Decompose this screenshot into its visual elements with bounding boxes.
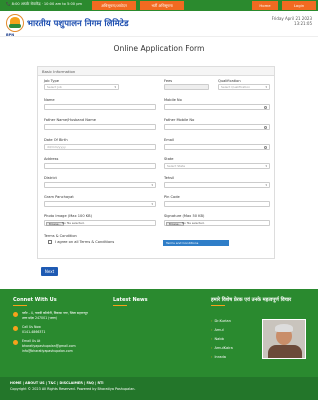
time-text: 13:21:05 xyxy=(294,21,312,26)
district-select[interactable]: ▾ xyxy=(44,182,156,188)
name-label: Name xyxy=(44,98,55,102)
tehsil-select[interactable]: ▾ xyxy=(164,182,270,188)
fees-field xyxy=(164,84,209,90)
job-type-select[interactable]: Select Job ▾ xyxy=(44,84,119,90)
chevron-down-icon: ▾ xyxy=(265,164,267,168)
inspiration-heading: हमारे विशेष प्रेरक एवं उनके महत्वपूर्ण व… xyxy=(211,297,292,303)
mail-icon xyxy=(264,146,267,149)
chevron-down-icon: ▾ xyxy=(265,183,267,187)
chevron-down-icon: ▾ xyxy=(114,85,116,89)
inspiration-photo xyxy=(262,319,306,359)
qualification-value: Select Qualification xyxy=(221,85,251,89)
title-underline xyxy=(113,305,127,306)
footer-link-kurian[interactable]: › Dr.Kurian xyxy=(211,319,231,323)
job-type-value: Select Job xyxy=(47,85,62,89)
footer-link-amulkaira[interactable]: › AmulKaira xyxy=(211,346,233,350)
phone-icon xyxy=(264,126,267,129)
chevron-down-icon: ▾ xyxy=(151,183,153,187)
footer-address: प्लॉट - 4, गायत्री कॉलोनी, विकास नगर, जि… xyxy=(22,311,88,315)
terms-heading: Terms & Condition xyxy=(44,234,77,238)
father-name-input[interactable] xyxy=(44,124,156,130)
site-brand-name: भारतीय पशुपालन निगम लिमिटेड xyxy=(27,19,129,29)
login-button[interactable]: Login xyxy=(282,1,316,10)
title-underline xyxy=(211,305,225,306)
site-header: BPN भारतीय पशुपालन निगम लिमिटेड Friday A… xyxy=(0,11,318,37)
signature-file-input[interactable]: Browse... No file selected. xyxy=(164,220,270,226)
location-icon xyxy=(13,312,18,317)
terms-agree-label: I agree on all Terms & Conditions xyxy=(55,240,115,244)
bottom-bar: HOME | ABOUT US | T&C | DISCLAIMER | FAQ… xyxy=(0,377,318,400)
father-mobile-input[interactable] xyxy=(164,124,270,130)
email-label: Email xyxy=(164,138,174,142)
site-logo[interactable] xyxy=(6,14,24,32)
dob-placeholder: dd/mm/yyyy xyxy=(47,145,66,149)
photo-file-input[interactable]: Browse... No file selected. xyxy=(44,220,156,226)
footer-phone[interactable]: 0141-4866371 xyxy=(22,330,45,334)
pin-code-input[interactable] xyxy=(164,201,270,207)
next-button[interactable]: Next xyxy=(41,267,58,276)
footer-link-nabb[interactable]: › Nabb xyxy=(211,337,224,341)
pin-code-label: Pin Code xyxy=(164,195,180,199)
district-label: District xyxy=(44,176,57,180)
date-time: Friday April 21 2023 13:21:05 xyxy=(272,16,312,26)
latest-news-title: Latest News xyxy=(113,297,148,303)
title-underline xyxy=(13,305,27,306)
fees-label: Fees xyxy=(164,79,173,83)
name-input[interactable] xyxy=(44,104,156,110)
top-bar-info: 📞 8:00 आपके सेवाकेंद्र · 10:00 am to 5:0… xyxy=(6,2,82,6)
recruitment-button[interactable]: भर्ती अधिसूचना xyxy=(140,1,184,10)
photo-label: Photo Image (Max 100 KB) xyxy=(44,214,92,218)
qualification-select[interactable]: Select Qualification ▾ xyxy=(218,84,270,90)
dob-input[interactable]: dd/mm/yyyy xyxy=(44,144,156,150)
email-input[interactable] xyxy=(164,144,270,150)
state-value: Select State xyxy=(167,164,186,168)
tehsil-label: Tehsil xyxy=(164,176,174,180)
notification-button[interactable]: अधिसूचना/आवेदन xyxy=(92,1,136,10)
bottom-links[interactable]: HOME | ABOUT US | T&C | DISCLAIMER | FAQ… xyxy=(10,381,104,385)
dob-label: Date Of Birth xyxy=(44,138,68,142)
mobile-label: Mobile No xyxy=(164,98,182,102)
phone-label: Call Us Now xyxy=(22,325,41,329)
terms-and-conditions-button[interactable]: Terms and Conditions xyxy=(163,240,229,246)
footer-address-line2: उत्तर प्रदेश 247001 (भारत) xyxy=(22,316,57,320)
footer-link-amul[interactable]: › Amul xyxy=(211,328,224,332)
state-label: State xyxy=(164,157,174,161)
footer-email-1[interactable]: bharatiyapashupalan@gmail.com xyxy=(22,344,76,348)
qualification-label: Qualification xyxy=(218,79,241,83)
connect-title: Connet With Us xyxy=(13,297,57,303)
application-form: Basic Information Job Type Select Job ▾ … xyxy=(37,66,275,259)
state-select[interactable]: Select State ▾ xyxy=(164,163,270,169)
home-button[interactable]: Home xyxy=(252,1,278,10)
logo-text: BPN xyxy=(6,33,15,37)
address-input[interactable] xyxy=(44,163,156,169)
signature-file-status: No file selected. xyxy=(182,221,205,225)
phone-icon xyxy=(13,326,18,331)
email-label: Email Us At xyxy=(22,339,41,343)
grass-icon xyxy=(9,24,21,28)
terms-checkbox[interactable] xyxy=(48,240,52,244)
footer-email-2[interactable]: info@bharatiyapashupalan.com xyxy=(22,349,73,353)
father-mobile-label: Father Mobile No xyxy=(164,118,195,122)
mobile-input[interactable] xyxy=(164,104,270,110)
top-bar: 📞 8:00 आपके सेवाकेंद्र · 10:00 am to 5:0… xyxy=(0,0,318,11)
gram-panchayat-select[interactable]: ▾ xyxy=(44,201,156,207)
father-name-label: Father Name/Husband Name xyxy=(44,118,96,122)
section-title: Basic Information xyxy=(38,67,274,76)
page-title: Online Application Form xyxy=(113,44,205,53)
address-label: Address xyxy=(44,157,59,161)
footer-link-inrada[interactable]: › Inrada xyxy=(211,355,226,359)
phone-icon xyxy=(264,106,267,109)
job-type-label: Job Type xyxy=(44,79,59,83)
signature-label: Signature (Max 50 KB) xyxy=(164,214,205,218)
chevron-down-icon: ▾ xyxy=(265,85,267,89)
gram-panchayat-label: Gram Panchayat xyxy=(44,195,74,199)
chevron-down-icon: ▾ xyxy=(151,202,153,206)
photo-file-status: No file selected. xyxy=(62,221,85,225)
site-footer: Connet With Us Latest News प्लॉट - 4, गा… xyxy=(0,289,318,377)
mail-icon xyxy=(13,340,18,345)
copyright-text: Copyright © 2023 All Rights Reserved. Po… xyxy=(10,387,136,391)
